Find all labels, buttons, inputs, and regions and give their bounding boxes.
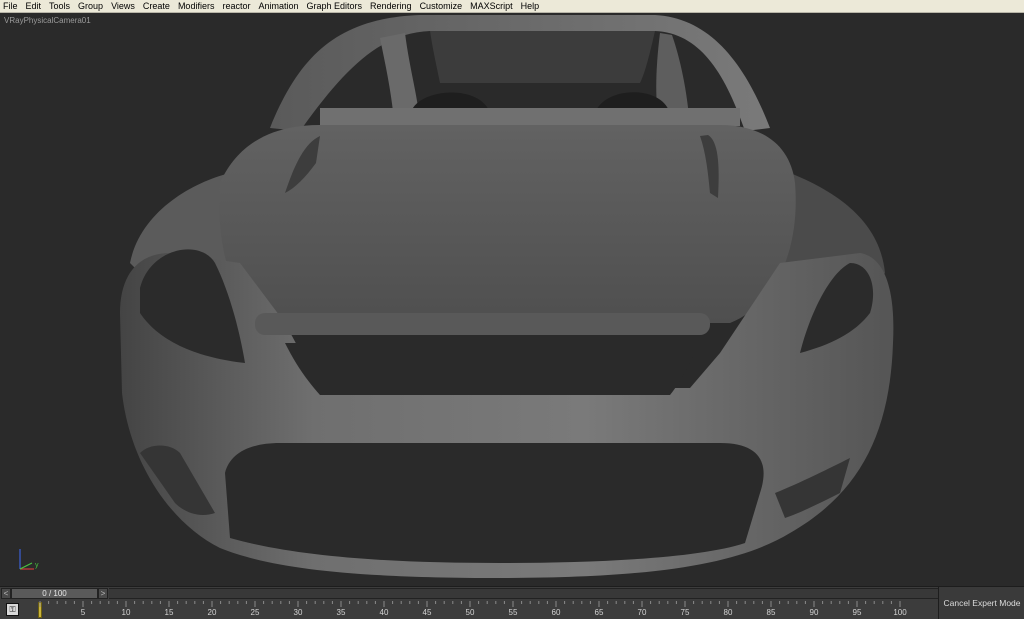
- axis-y-label: y: [35, 562, 39, 569]
- ruler-tick-label: 15: [164, 608, 174, 617]
- ruler-tick-label: 35: [336, 608, 346, 617]
- upper-grille: [285, 343, 700, 395]
- menu-item-maxscript[interactable]: MAXScript: [466, 0, 517, 12]
- ruler-tick-label: 45: [422, 608, 432, 617]
- key-icon[interactable]: ⚿: [6, 603, 19, 616]
- menu-item-tools[interactable]: Tools: [45, 0, 74, 12]
- axis-gizmo: y: [19, 549, 39, 570]
- timeline-panel: < 0 / 100 > ⚿ 5 10 15 20 25 30 35 40 45 50 55 60 65 7…: [0, 586, 938, 619]
- viewport-label[interactable]: VRayPhysicalCamera01: [4, 16, 91, 25]
- time-slider[interactable]: < 0 / 100 >: [0, 588, 938, 600]
- interior-shelf: [320, 108, 740, 126]
- ruler-tick-label: 95: [852, 608, 862, 617]
- menu-item-rendering[interactable]: Rendering: [366, 0, 416, 12]
- ruler-tick-label: 40: [379, 608, 389, 617]
- ruler-tick-label: 25: [250, 608, 260, 617]
- status-area: Cancel Expert Mode: [938, 586, 1024, 619]
- menu-item-edit[interactable]: Edit: [22, 0, 46, 12]
- windshield-inner: [430, 31, 655, 83]
- previous-frame-button[interactable]: <: [1, 588, 11, 599]
- ruler-tick-label: 80: [723, 608, 733, 617]
- ruler-tick-label: 50: [465, 608, 475, 617]
- menu-item-modifiers[interactable]: Modifiers: [174, 0, 219, 12]
- ruler-tick-label: 60: [551, 608, 561, 617]
- ruler-tick-label: 30: [293, 608, 303, 617]
- ruler-tick-label: 85: [766, 608, 776, 617]
- menu-item-file[interactable]: File: [0, 0, 22, 12]
- menu-item-views[interactable]: Views: [107, 0, 139, 12]
- ruler-tick-label: 10: [121, 608, 131, 617]
- menu-item-animation[interactable]: Animation: [254, 0, 302, 12]
- grille-bar: [255, 313, 710, 335]
- camera-viewport[interactable]: VRayPhysicalCamera01 y: [0, 13, 1024, 586]
- ruler-tick-label: 75: [680, 608, 690, 617]
- app-window: File Edit Tools Group Views Create Modifiers re…: [0, 0, 1024, 619]
- menu-item-customize[interactable]: Customize: [416, 0, 467, 12]
- menu-bar: File Edit Tools Group Views Create Modifiers re…: [0, 0, 1024, 13]
- ruler-tick-label: 65: [594, 608, 604, 617]
- menu-item-graph-editors[interactable]: Graph Editors: [303, 0, 367, 12]
- car-body-model[interactable]: [0, 13, 1024, 586]
- time-slider-track[interactable]: [109, 588, 938, 599]
- ruler-tick-label: 55: [508, 608, 518, 617]
- menu-item-reactor[interactable]: reactor: [218, 0, 254, 12]
- time-slider-thumb[interactable]: 0 / 100: [11, 588, 98, 599]
- ruler-tick-label: 5: [80, 608, 86, 617]
- ruler-tick-label: 90: [809, 608, 819, 617]
- menu-item-help[interactable]: Help: [517, 0, 544, 12]
- cancel-expert-mode-button[interactable]: Cancel Expert Mode: [939, 587, 1024, 619]
- lower-grille: [225, 443, 764, 563]
- menu-item-group[interactable]: Group: [74, 0, 107, 12]
- ruler-tick-label: 100: [893, 608, 907, 617]
- ruler-tick-label: 70: [637, 608, 647, 617]
- menu-item-create[interactable]: Create: [139, 0, 174, 12]
- track-bar[interactable]: ⚿ 5 10 15 20 25 30 35 40 45 50 55 60 65 70 75 80 85 90 95 1…: [0, 601, 938, 619]
- ruler-tick-label: 20: [207, 608, 217, 617]
- frame-ruler[interactable]: 5 10 15 20 25 30 35 40 45 50 55 60 65 70 75 80 85 90 95 100: [38, 601, 928, 619]
- next-frame-button[interactable]: >: [98, 588, 108, 599]
